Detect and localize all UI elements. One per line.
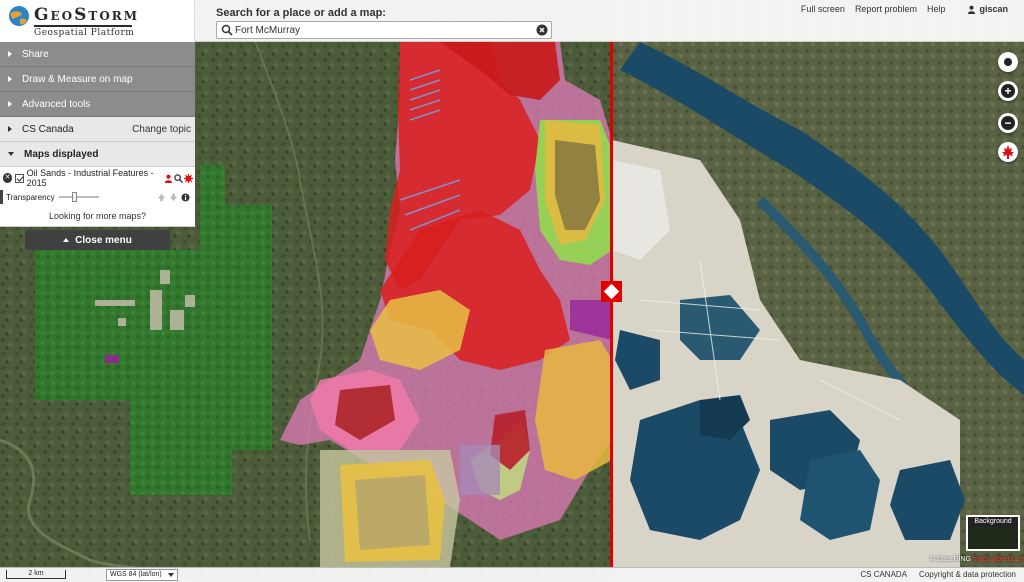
caret-up-icon xyxy=(63,238,70,242)
arrow-up-icon[interactable] xyxy=(157,193,166,202)
brand-name: GeoStorm xyxy=(34,5,140,25)
layers-panel: ✕ Oil Sands - Industrial Features - 2015… xyxy=(0,167,195,227)
menu-item-topic[interactable]: CS Canada Change topic xyxy=(0,117,195,142)
transparency-row: Transparency xyxy=(0,190,195,204)
logo[interactable]: GeoStorm Geospatial Platform xyxy=(0,0,195,42)
user-menu[interactable]: giscan xyxy=(967,4,1008,14)
username: giscan xyxy=(979,4,1008,14)
close-menu-label: Close menu xyxy=(75,234,132,246)
menu-item-draw-measure[interactable]: Draw & Measure on map xyxy=(0,67,195,92)
user-icon[interactable] xyxy=(164,174,173,183)
side-menu: Share Draw & Measure on map Advanced too… xyxy=(0,42,195,227)
transparency-slider[interactable] xyxy=(58,192,99,202)
background-switcher[interactable]: Background xyxy=(966,515,1020,551)
layer-row: ✕ Oil Sands - Industrial Features - 2015 xyxy=(3,168,193,188)
projection-select[interactable]: WGS 84 (lat/lon) xyxy=(106,569,178,581)
minus-icon: − xyxy=(1001,116,1015,130)
transparency-label: Transparency xyxy=(6,192,55,202)
scale-bar: 2 km xyxy=(6,570,66,579)
layer-indicator xyxy=(0,190,3,204)
menu-item-maps-displayed[interactable]: Maps displayed xyxy=(0,142,195,167)
menu-item-label: Share xyxy=(22,48,49,60)
remove-layer-icon[interactable]: ✕ xyxy=(3,173,13,183)
change-topic-link[interactable]: Change topic xyxy=(132,124,191,135)
search-input[interactable] xyxy=(235,23,535,37)
attribution-text: © Data BING xyxy=(930,556,971,563)
footer-links: CS CANADA Copyright & data protection xyxy=(860,570,1016,579)
copyright-link[interactable]: Copyright & data protection xyxy=(919,570,1016,579)
globe-icon xyxy=(9,6,29,26)
help-link[interactable]: Help xyxy=(927,4,946,14)
layer-visibility-checkbox[interactable] xyxy=(15,173,24,183)
report-problem-link[interactable]: Report problem xyxy=(855,4,917,14)
plus-icon: + xyxy=(1001,84,1015,98)
search-label: Search for a place or add a map: xyxy=(216,7,386,19)
more-maps-link[interactable]: Looking for more maps? xyxy=(0,211,195,221)
swipe-handle[interactable] xyxy=(601,281,622,302)
menu-item-share[interactable]: Share xyxy=(0,42,195,67)
map-attribution: © Data BING maps.alberta.ca xyxy=(930,556,1023,563)
menu-item-label: Draw & Measure on map xyxy=(22,73,133,85)
caret-right-icon xyxy=(8,101,12,107)
map-tool-button[interactable] xyxy=(998,142,1018,162)
menu-item-label: Maps displayed xyxy=(24,148,99,160)
zoom-out-button[interactable]: − xyxy=(998,113,1018,133)
close-menu-button[interactable]: Close menu xyxy=(25,230,170,250)
slider-track xyxy=(58,196,99,198)
arrow-down-icon[interactable] xyxy=(169,193,178,202)
caret-down-icon xyxy=(8,152,14,156)
background-label: Background xyxy=(968,517,1018,527)
gear-icon[interactable] xyxy=(184,173,193,183)
user-icon xyxy=(968,5,976,14)
menu-item-advanced-tools[interactable]: Advanced tools xyxy=(0,92,195,117)
search-box[interactable] xyxy=(216,21,552,39)
zoom-to-layer-icon[interactable] xyxy=(174,173,183,183)
attribution-link[interactable]: maps.alberta.ca xyxy=(973,556,1023,563)
zoom-in-button[interactable]: + xyxy=(998,81,1018,101)
layer-name: Oil Sands - Industrial Features - 2015 xyxy=(26,168,154,188)
slider-thumb[interactable] xyxy=(71,192,77,202)
footer: 2 km WGS 84 (lat/lon) CS CANADA Copyrigh… xyxy=(0,567,1024,582)
search-icon xyxy=(221,24,233,36)
header: GeoStorm Geospatial Platform Search for … xyxy=(0,0,1024,42)
org-label: CS CANADA xyxy=(860,570,908,579)
diamond-icon xyxy=(603,283,620,300)
caret-right-icon xyxy=(8,51,12,57)
maple-leaf-icon xyxy=(1002,145,1014,159)
caret-right-icon xyxy=(8,76,12,82)
info-icon[interactable] xyxy=(181,192,190,202)
swipe-divider[interactable] xyxy=(610,42,613,567)
fullscreen-link[interactable]: Full screen xyxy=(801,4,845,14)
top-links: Full screen Report problem Help giscan xyxy=(801,4,1008,14)
menu-item-label: Advanced tools xyxy=(22,98,91,110)
locate-icon xyxy=(1004,58,1012,66)
caret-right-icon xyxy=(8,126,12,132)
projection-value: WGS 84 (lat/lon) xyxy=(110,571,162,578)
locate-button[interactable] xyxy=(998,52,1018,72)
clear-icon[interactable] xyxy=(536,24,548,36)
logo-rule xyxy=(34,25,132,27)
topic-label: CS Canada xyxy=(22,123,74,135)
brand-tagline: Geospatial Platform xyxy=(34,28,135,38)
chevron-down-icon xyxy=(168,573,174,577)
